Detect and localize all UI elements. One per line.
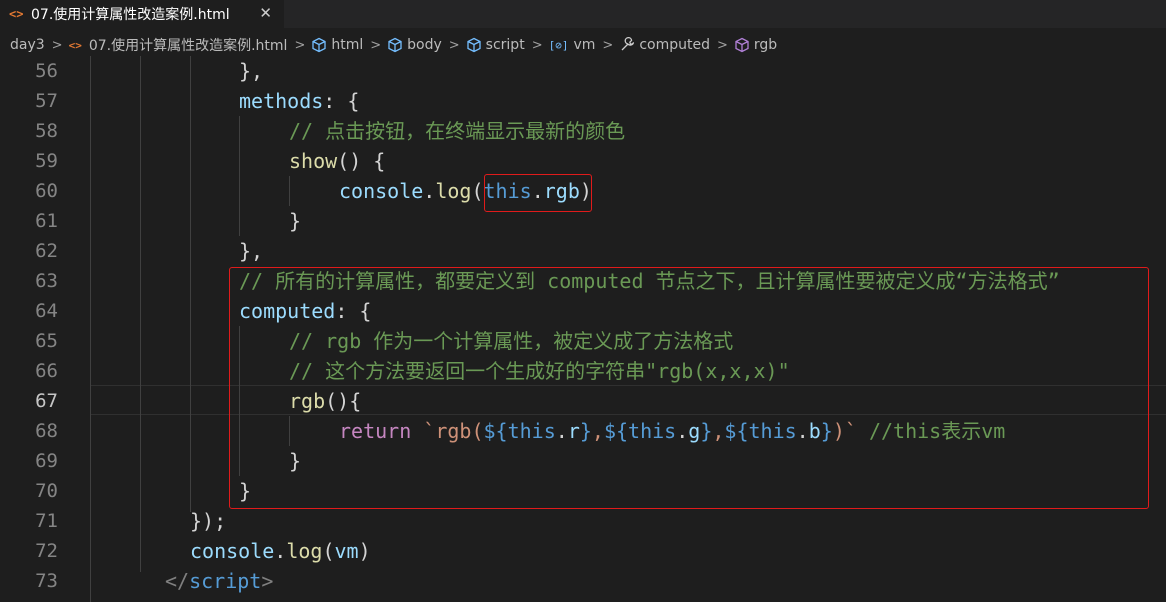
breadcrumb-separator: >	[716, 37, 728, 53]
code-punct: )	[358, 539, 371, 563]
line-number: 62	[35, 240, 58, 262]
cube-icon	[311, 37, 327, 53]
highlight-box-computed	[229, 267, 1149, 509]
highlight-box-this-rgb	[484, 174, 592, 212]
code-punct: (	[471, 179, 484, 203]
breadcrumb-label: vm	[573, 37, 596, 53]
close-icon[interactable]: ✕	[259, 4, 272, 22]
line-number: 73	[35, 570, 58, 592]
code-punct: () {	[337, 149, 386, 173]
line-number: 57	[35, 90, 58, 112]
editor-tab[interactable]: <> 07.使用计算属性改造案例.html ✕	[0, 0, 284, 28]
breadcrumb-item-script[interactable]: script	[466, 37, 525, 53]
identifier: console	[190, 539, 275, 563]
breadcrumb-item-vm[interactable]: [⊘] vm	[549, 37, 596, 53]
tab-title: 07.使用计算属性改造案例.html	[31, 7, 230, 23]
line-number: 69	[35, 450, 58, 472]
html-file-icon: <>	[68, 38, 82, 52]
html-file-icon: <>	[9, 7, 24, 21]
line-number: 60	[35, 180, 58, 202]
line-number: 64	[35, 300, 58, 322]
indent-guide	[190, 56, 191, 512]
cube-icon	[387, 37, 403, 53]
indent-guide	[289, 176, 290, 206]
wrench-icon	[619, 37, 635, 53]
variable-icon: [⊘]	[548, 38, 569, 52]
breadcrumb-label: day3	[10, 37, 45, 53]
code-line: },	[239, 59, 264, 83]
function-name: log	[286, 539, 323, 563]
code-comment: // 点击按钮，在终端显示最新的颜色	[289, 119, 626, 143]
breadcrumb-label: script	[485, 37, 525, 53]
breadcrumb-label: body	[407, 37, 442, 53]
line-number: 71	[35, 510, 58, 532]
code-line: }	[289, 209, 302, 233]
breadcrumb-item-body[interactable]: body	[387, 37, 442, 53]
breadcrumb-label: rgb	[753, 37, 778, 53]
breadcrumb-item-day3[interactable]: day3	[10, 37, 45, 53]
breadcrumb-separator: >	[602, 37, 614, 53]
breadcrumb-separator: >	[448, 37, 460, 53]
breadcrumb-label: html	[331, 37, 364, 53]
breadcrumb-separator: >	[531, 37, 543, 53]
line-number: 70	[35, 480, 58, 502]
code-line: show() {	[289, 146, 385, 176]
indent-guide	[90, 56, 91, 602]
editor-tab-bar: <> 07.使用计算属性改造案例.html ✕	[0, 0, 1166, 28]
indent-guide	[140, 56, 141, 572]
code-line: console.log(vm)	[190, 536, 371, 566]
line-number: 61	[35, 210, 58, 232]
code-line: </script>	[165, 566, 273, 596]
breadcrumb-item-computed[interactable]: computed	[619, 37, 710, 53]
line-number-active: 67	[35, 390, 58, 412]
code-punct: : {	[323, 89, 360, 113]
breadcrumb-item-html[interactable]: html	[311, 37, 363, 53]
code-punct: (	[322, 539, 335, 563]
method-icon	[734, 37, 750, 53]
code-editor[interactable]: 56 57 58 59 60 61 62 63 64 65 66 67 68 6…	[0, 56, 1166, 602]
breadcrumb-separator: >	[370, 37, 382, 53]
line-number: 66	[35, 360, 58, 382]
tag-name: script	[189, 569, 262, 593]
function-name: show	[289, 149, 338, 173]
code-line: },	[239, 239, 264, 263]
indent-guide	[239, 116, 240, 236]
tag-bracket: </	[165, 569, 190, 593]
code-line: });	[190, 509, 227, 533]
line-number: 59	[35, 150, 58, 172]
breadcrumb-label: computed	[639, 37, 710, 53]
identifier: console	[339, 179, 424, 203]
tag-bracket: >	[261, 569, 274, 593]
line-number: 63	[35, 270, 58, 292]
property-name: methods	[239, 89, 324, 113]
breadcrumb-separator: >	[51, 37, 63, 53]
line-number: 72	[35, 540, 58, 562]
cube-icon	[466, 37, 482, 53]
function-name: log	[435, 179, 472, 203]
identifier: vm	[334, 539, 359, 563]
line-number: 56	[35, 60, 58, 82]
code-line: methods: {	[239, 86, 359, 116]
line-number: 65	[35, 330, 58, 352]
breadcrumb-separator: >	[294, 37, 306, 53]
line-number: 58	[35, 120, 58, 142]
breadcrumb-item-file[interactable]: <> 07.使用计算属性改造案例.html	[69, 35, 288, 55]
line-number: 68	[35, 420, 58, 442]
breadcrumb-item-rgb[interactable]: rgb	[734, 37, 777, 53]
breadcrumb-label: 07.使用计算属性改造案例.html	[88, 38, 288, 54]
code-punct: .	[274, 539, 287, 563]
code-punct: .	[423, 179, 436, 203]
